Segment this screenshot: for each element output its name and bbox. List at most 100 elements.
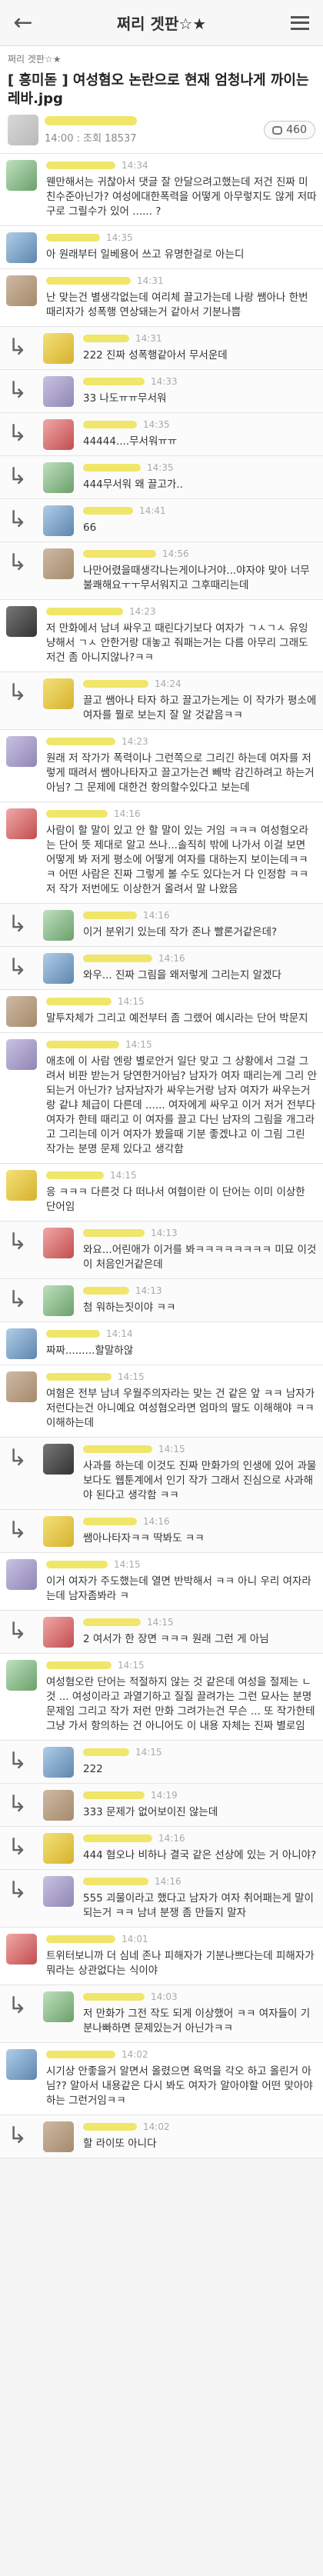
comment-item[interactable]: 14:23 저 만화에서 남녀 싸우고 때린다기보다 여자가 ㄱㅅㄱㅅ 유잉냥해서… [0, 600, 323, 672]
avatar[interactable] [43, 462, 74, 493]
reply-item[interactable]: ↳ 14:56 나만어렸을때생각나는게이나거야...야자야 맞아 너무 불쾌해요ㅜㅜ… [0, 542, 323, 600]
comment-item[interactable]: 14:34 웬만해서는 귀찮아서 댓글 잘 안달으려고했는데 저건 진짜 미친수준… [0, 154, 323, 226]
reply-item[interactable]: ↳ 14:16 444 혐오나 비하나 결국 같은 선상에 있는 거 아니야? [0, 1827, 323, 1870]
avatar[interactable] [6, 1934, 37, 1964]
avatar[interactable] [43, 1285, 74, 1316]
reply-arrow-icon: ↳ [8, 506, 28, 533]
reply-item[interactable]: ↳ 14:15 2 여서가 한 장면 ㅋㅋㅋ 원래 그런 게 아님 [0, 1611, 323, 1654]
comment-item[interactable]: 14:15 이거 여자가 주도했는데 열면 반박해서 ㅋㅋ 아니 우리 여자라는데… [0, 1553, 323, 1611]
reply-arrow-icon: ↳ [8, 1992, 28, 2019]
nickname-redacted [83, 335, 129, 342]
avatar[interactable] [43, 1790, 74, 1821]
comment-time: 14:13 [151, 1228, 178, 1238]
reply-item[interactable]: ↳ 14:19 333 문제가 없어보이진 않는데 [0, 1784, 323, 1827]
avatar[interactable] [6, 1371, 37, 1402]
comment-item[interactable]: 14:15 응 ㅋㅋㅋ 다른것 다 떠나서 여혐이란 이 단어는 이미 이상한 단… [0, 1164, 323, 1221]
reply-item[interactable]: ↳ 14:41 66 [0, 499, 323, 542]
breadcrumb[interactable]: 쩌리 겟판☆★ [0, 46, 323, 68]
reply-item[interactable]: ↳ 14:15 222 [0, 1741, 323, 1784]
avatar[interactable] [43, 1991, 74, 2022]
comment-item[interactable]: 14:15 여혐은 전부 남녀 우월주의자라는 맞는 건 같은 앞 ㅋㅋ 남자가 … [0, 1365, 323, 1438]
reply-item[interactable]: ↳ 14:31 222 진짜 성폭행같아서 무서운데 [0, 327, 323, 370]
avatar[interactable] [6, 736, 37, 767]
avatar[interactable] [43, 953, 74, 984]
avatar[interactable] [43, 419, 74, 450]
comment-item[interactable]: 14:35 아 원래부터 일베용어 쓰고 유명한걸로 아는디 [0, 226, 323, 269]
comment-time: 14:16 [114, 808, 141, 819]
avatar[interactable] [6, 2049, 37, 2080]
comment-text: 44444....무서워ㅠㅠ [83, 435, 178, 448]
reply-arrow-icon: ↳ [8, 377, 28, 404]
avatar[interactable] [6, 808, 37, 839]
avatar[interactable] [6, 232, 37, 263]
reply-item[interactable]: ↳ 14:33 33 나도ㅠㅠ무서워 [0, 370, 323, 413]
avatar[interactable] [43, 1228, 74, 1258]
avatar[interactable] [6, 1170, 37, 1201]
app-root: ← 쩌리 겟판☆★ 쩌리 겟판☆★ [ 흥미돋 ] 여성혐오 논란으로 현재 엄… [0, 0, 323, 2576]
comment-item[interactable]: 14:15 말투자체가 그리고 예전부터 좀 그랬어 예시라는 단어 박문지 [0, 990, 323, 1033]
comment-text: 첨 워하는짓이야 ㅋㅋ [83, 1301, 176, 1314]
avatar[interactable] [6, 275, 37, 306]
reply-item[interactable]: ↳ 14:03 저 만화가 그전 작도 되게 이상했어 ㅋㅋ 여자들이 기분나빠하면… [0, 1985, 323, 2043]
reply-item[interactable]: ↳ 14:35 444무서워 왜 끌고가.. [0, 456, 323, 499]
reply-item[interactable]: ↳ 14:35 44444....무서워ㅠㅠ [0, 413, 323, 456]
avatar[interactable] [43, 1833, 74, 1864]
avatar[interactable] [43, 910, 74, 941]
nickname-redacted [83, 1748, 129, 1756]
reply-item[interactable]: ↳ 14:24 끌고 쌤아나 타자 하고 끌고가는게는 이 작가가 평소에 여자를 … [0, 672, 323, 730]
comment-text: 할 라이또 아니다 [83, 2138, 157, 2150]
avatar[interactable] [43, 1444, 74, 1475]
comment-item[interactable]: 14:15 애초에 이 사람 엔랑 별로안거 일단 맞고 그 상황에서 그걸 그려… [0, 1033, 323, 1164]
avatar[interactable] [6, 996, 37, 1027]
avatar[interactable] [8, 115, 38, 145]
reply-item[interactable]: ↳ 14:02 할 라이또 아니다 [0, 2115, 323, 2158]
comment-item[interactable]: 14:23 원래 저 작가가 폭력이나 그런쪽으로 그리긴 하는데 여자를 저렇게… [0, 730, 323, 802]
comment-list: 14:34 웬만해서는 귀찮아서 댓글 잘 안달으려고했는데 저건 진짜 미친수준… [0, 154, 323, 2158]
avatar[interactable] [43, 1516, 74, 1547]
avatar[interactable] [43, 678, 74, 709]
comment-item[interactable]: 14:02 시기상 안좋을거 알면서 올렸으면 욕먹을 각오 하고 올린거 아님?… [0, 2043, 323, 2115]
reply-item[interactable]: ↳ 14:16 와우... 진짜 그림을 왜저렇게 그리는지 알겠다 [0, 947, 323, 990]
back-arrow-icon[interactable]: ← [8, 8, 38, 38]
reply-item[interactable]: ↳ 14:16 이거 분위기 있는데 작가 존나 빨론거같은데? [0, 904, 323, 947]
avatar[interactable] [6, 1039, 37, 1070]
reply-item[interactable]: ↳ 14:13 첨 워하는짓이야 ㅋㅋ [0, 1279, 323, 1322]
comment-time: 14:23 [122, 736, 148, 747]
reply-arrow-icon: ↳ [8, 954, 28, 981]
avatar[interactable] [43, 376, 74, 407]
comment-item[interactable]: 14:31 난 맞는건 별생각없는데 여리체 끌고가는데 나랑 쌤아나 한번때리자… [0, 269, 323, 327]
comment-item[interactable]: 14:01 트위터보니까 더 심네 존나 피해자가 기분나쁘다는데 피해자가 뭐라… [0, 1928, 323, 1985]
avatar[interactable] [43, 1617, 74, 1648]
comment-time: 14:15 [125, 1039, 152, 1050]
comment-text: 애초에 이 사람 엔랑 별로안거 일단 맞고 그 상황에서 그걸 그려서 비판 … [46, 1055, 317, 1155]
nickname-redacted [46, 277, 131, 285]
avatar[interactable] [43, 1747, 74, 1778]
comment-time: 14:19 [151, 1790, 178, 1801]
comment-time: 14:35 [143, 419, 170, 430]
reply-item[interactable]: ↳ 14:16 쌤아나타자ㅋㅋ 딱봐도 ㅋㅋ [0, 1510, 323, 1553]
avatar[interactable] [43, 1876, 74, 1907]
avatar[interactable] [43, 333, 74, 364]
avatar[interactable] [43, 505, 74, 536]
avatar[interactable] [6, 606, 37, 637]
menu-icon[interactable] [285, 8, 315, 38]
comment-time: 14:03 [151, 1991, 178, 2002]
comment-item[interactable]: 14:16 사람이 할 말이 있고 안 할 말이 있는 거임 ㅋㅋㅋ 여성혐오라는… [0, 802, 323, 904]
comment-text: 아 원래부터 일베용어 쓰고 유명한걸로 아는디 [46, 248, 245, 261]
avatar[interactable] [6, 1328, 37, 1359]
comment-text: 쌤아나타자ㅋㅋ 딱봐도 ㅋㅋ [83, 1532, 205, 1545]
reply-item[interactable]: ↳ 14:16 555 괴물이라고 했다고 남자가 여자 취어패는게 말이 되는거 … [0, 1870, 323, 1928]
comment-time: 14:31 [135, 333, 162, 344]
comment-item[interactable]: 14:14 짜짜.........할말하않 [0, 1322, 323, 1365]
reply-arrow-icon: ↳ [8, 463, 28, 490]
reply-item[interactable]: ↳ 14:13 와요...어린애가 이거를 봐ㅋㅋㅋㅋㅋㅋㅋㅋ 미묘 이것이 처음인… [0, 1221, 323, 1279]
avatar[interactable] [43, 548, 74, 579]
avatar[interactable] [6, 1559, 37, 1590]
avatar[interactable] [6, 160, 37, 191]
comment-item[interactable]: 14:15 여성혐오란 단어는 적절하지 않는 것 같은데 여성을 절제는 ㄴ 것… [0, 1654, 323, 1741]
nickname-redacted [83, 1287, 129, 1295]
avatar[interactable] [6, 1660, 37, 1691]
reply-item[interactable]: ↳ 14:15 사과를 하는데 이것도 진짜 만화가의 인생에 있어 과물 보다도 … [0, 1438, 323, 1510]
avatar[interactable] [43, 2121, 74, 2152]
comment-count-badge[interactable]: 460 [264, 121, 315, 139]
